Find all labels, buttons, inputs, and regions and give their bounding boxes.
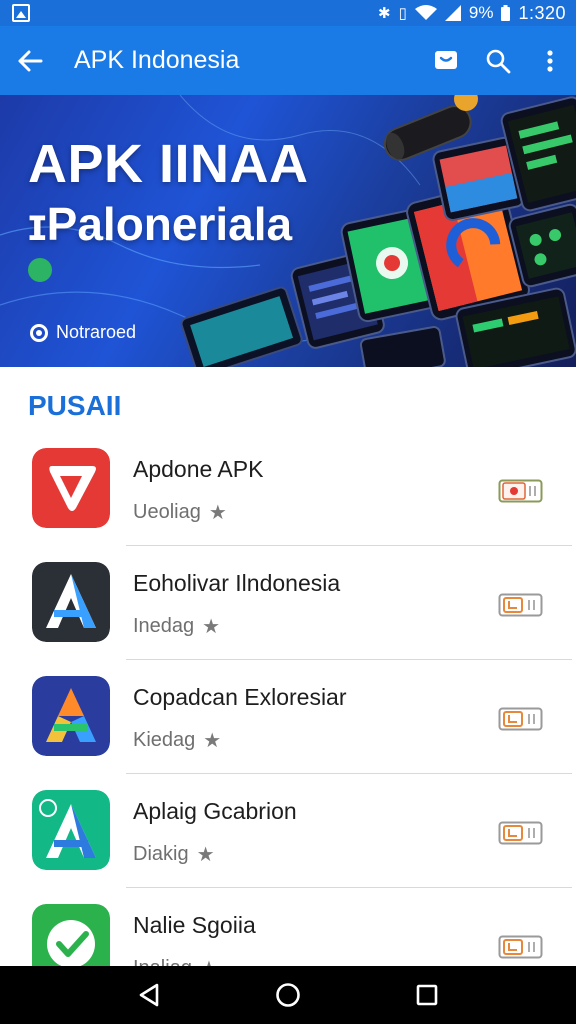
download-toggle-icon (498, 707, 543, 731)
app-subtitle: Kiedag (133, 729, 196, 751)
app-subtitle: Inedag (133, 615, 195, 637)
target-icon (30, 323, 48, 342)
star-icon: ★ (203, 730, 222, 752)
star-icon: ★ (208, 502, 227, 524)
star-icon: ★ (196, 844, 215, 866)
app-bar-title: APK Indonesia (74, 46, 240, 74)
app-meta: Ueoliag ★ (133, 500, 227, 525)
app-subtitle: Ueoliag (133, 501, 201, 523)
banner-badge-text: Notraroed (56, 322, 137, 342)
status-left (12, 4, 30, 22)
banner-headline: APK IINAA (28, 134, 309, 194)
image-notification-icon (12, 4, 30, 22)
list-item[interactable]: Aplaig Gcabrion Diakig ★ (0, 774, 576, 888)
app-meta: Inedag ★ (133, 614, 220, 639)
nav-back-button[interactable] (121, 966, 177, 1024)
download-toggle-icon (498, 821, 543, 845)
download-toggle-icon (498, 935, 543, 959)
record-toggle-button[interactable] (498, 479, 543, 503)
star-icon: ★ (202, 616, 221, 638)
a-logo-multicolor-icon (32, 676, 110, 756)
circle-home-icon (276, 983, 300, 1007)
app-subtitle: Diakig (133, 843, 189, 865)
app-bar: APK Indonesia (0, 26, 576, 95)
app-name: Nalie Sgoiia (133, 912, 256, 938)
download-toggle-button[interactable] (498, 935, 543, 959)
app-name: Eoholivar Ilndonesia (133, 570, 341, 596)
app-meta: Kiedag ★ (133, 728, 221, 753)
app-name: Aplaig Gcabrion (133, 798, 297, 824)
section-title: PUSAII (28, 390, 122, 421)
download-toggle-button[interactable] (498, 707, 543, 731)
app-list: Apdone APK Ueoliag ★ Eoholivar Ilndonesi… (0, 432, 576, 1002)
nav-home-button[interactable] (260, 966, 316, 1024)
download-toggle-button[interactable] (498, 593, 543, 617)
overflow-menu-button[interactable] (524, 26, 576, 95)
nav-recents-button[interactable] (399, 966, 455, 1024)
banner-subheadline: ɪPaloneriala (28, 198, 293, 250)
square-recents-icon (416, 984, 437, 1006)
back-button[interactable] (0, 26, 60, 95)
app-name: Copadcan Exloresiar (133, 684, 347, 710)
promo-banner[interactable]: APK IINAA ɪPaloneriala Notraroed (0, 95, 576, 367)
app-meta: Diakig ★ (133, 842, 215, 867)
list-item[interactable]: Copadcan Exloresiar Kiedag ★ (0, 660, 576, 774)
search-button[interactable] (472, 26, 524, 95)
system-nav-bar (0, 966, 576, 1024)
record-toggle-icon (498, 479, 543, 503)
clock: 1:320 (518, 2, 566, 23)
message-icon (435, 50, 457, 69)
a-logo-green-icon (32, 790, 110, 870)
battery-percent: 9% (468, 3, 494, 22)
play-logo-icon (32, 448, 110, 528)
download-toggle-button[interactable] (498, 821, 543, 845)
signal-icon (444, 5, 461, 21)
list-item[interactable]: Apdone APK Ueoliag ★ (0, 432, 576, 546)
status-right: ✱ ▯ 9% 1:320 (378, 3, 566, 24)
a-logo-dark-icon (32, 562, 110, 642)
app-name: Apdone APK (133, 456, 264, 482)
triangle-back-icon (140, 983, 159, 1007)
vibrate-icon: ▯ (398, 5, 407, 22)
screen: ✱ ▯ 9% 1:320 APK Indonesia APK IINAA ɪPa… (0, 0, 576, 1024)
wifi-icon (414, 5, 437, 20)
status-bar: ✱ ▯ 9% 1:320 (0, 0, 576, 26)
list-item[interactable]: Eoholivar Ilndonesia Inedag ★ (0, 546, 576, 660)
battery-icon (501, 5, 511, 21)
banner-badge: Notraroed (30, 322, 136, 343)
message-button[interactable] (420, 26, 472, 95)
search-icon (486, 49, 511, 73)
bluetooth-icon: ✱ (378, 5, 391, 22)
arrow-left-icon (18, 50, 43, 71)
more-vert-icon (547, 49, 553, 72)
download-toggle-icon (498, 593, 543, 617)
